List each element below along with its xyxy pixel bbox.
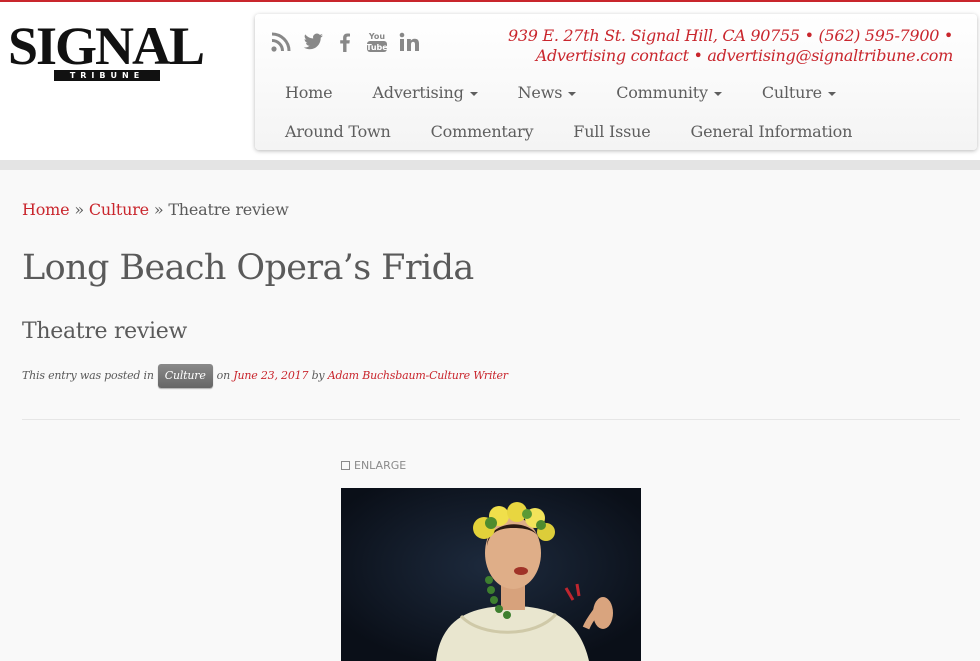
breadcrumb-separator: » — [153, 200, 164, 219]
content-separator — [22, 419, 960, 420]
nav-community[interactable]: Community — [616, 82, 722, 104]
site-header: SIGNAL TRIBUNE You Tube 939 E. 27th St. … — [0, 2, 980, 160]
logo-subword: TRIBUNE — [54, 70, 160, 81]
enlarge-icon — [341, 461, 350, 470]
meta-by: by — [311, 369, 325, 382]
youtube-icon[interactable]: You Tube — [365, 30, 389, 54]
nav-general-information[interactable]: General Information — [691, 121, 853, 143]
nav-full-issue[interactable]: Full Issue — [573, 121, 650, 143]
chevron-down-icon — [827, 91, 836, 96]
enlarge-button[interactable]: ENLARGE — [341, 459, 406, 473]
chevron-down-icon — [469, 91, 478, 96]
nav-home[interactable]: Home — [285, 82, 333, 104]
svg-text:Tube: Tube — [366, 43, 388, 52]
meta-date-link[interactable]: June 23, 2017 — [233, 364, 308, 388]
nav-advertising-label: Advertising — [372, 83, 464, 102]
navigation-panel: You Tube 939 E. 27th St. Signal Hill, CA… — [255, 14, 977, 150]
facebook-icon[interactable] — [333, 30, 357, 54]
enlarge-label: ENLARGE — [354, 459, 407, 472]
nav-culture[interactable]: Culture — [762, 82, 836, 104]
breadcrumb-home[interactable]: Home — [22, 200, 70, 219]
breadcrumb-culture[interactable]: Culture — [89, 200, 149, 219]
breadcrumb-current: Theatre review — [168, 200, 289, 219]
logo-wordmark: SIGNAL — [8, 16, 205, 76]
main-nav-row-2: Around Town Commentary Full Issue Genera… — [285, 121, 892, 143]
article-photo[interactable] — [341, 488, 641, 661]
nav-commentary[interactable]: Commentary — [431, 121, 534, 143]
svg-text:You: You — [368, 32, 386, 41]
nav-news[interactable]: News — [518, 82, 577, 104]
breadcrumb-separator: » — [74, 200, 84, 219]
nav-news-label: News — [517, 83, 563, 102]
nav-advertising[interactable]: Advertising — [372, 82, 478, 104]
nav-community-label: Community — [616, 83, 708, 102]
contact-advertising-line[interactable]: Advertising contact • advertising@signal… — [508, 46, 954, 66]
header-divider-band — [0, 160, 980, 170]
chevron-down-icon — [568, 91, 577, 96]
entry-meta: This entry was posted in Culture on June… — [22, 364, 508, 388]
meta-on: on — [216, 369, 231, 382]
meta-author-link[interactable]: Adam Buchsbaum-Culture Writer — [328, 364, 508, 388]
contact-info: 939 E. 27th St. Signal Hill, CA 90755 • … — [508, 26, 953, 66]
performer-photo-illustration — [341, 488, 641, 661]
page-subtitle: Theatre review — [22, 319, 188, 344]
nav-home-label: Home — [285, 83, 333, 102]
meta-posted-in: This entry was posted in — [22, 369, 154, 382]
site-logo[interactable]: SIGNAL TRIBUNE — [8, 18, 228, 88]
main-nav-row-1: Home Advertising News Community Culture — [285, 82, 876, 104]
nav-culture-label: Culture — [761, 83, 822, 102]
chevron-down-icon — [713, 91, 722, 96]
linkedin-icon[interactable] — [397, 30, 421, 54]
social-links: You Tube — [269, 28, 421, 56]
page-title: Long Beach Opera’s Frida — [22, 248, 474, 288]
nav-around-town[interactable]: Around Town — [285, 121, 391, 143]
contact-address-line[interactable]: 939 E. 27th St. Signal Hill, CA 90755 • … — [508, 26, 953, 46]
category-tag-culture[interactable]: Culture — [157, 364, 213, 388]
breadcrumb: Home » Culture » Theatre review — [22, 199, 289, 221]
rss-icon[interactable] — [269, 30, 293, 54]
twitter-icon[interactable] — [301, 30, 325, 54]
